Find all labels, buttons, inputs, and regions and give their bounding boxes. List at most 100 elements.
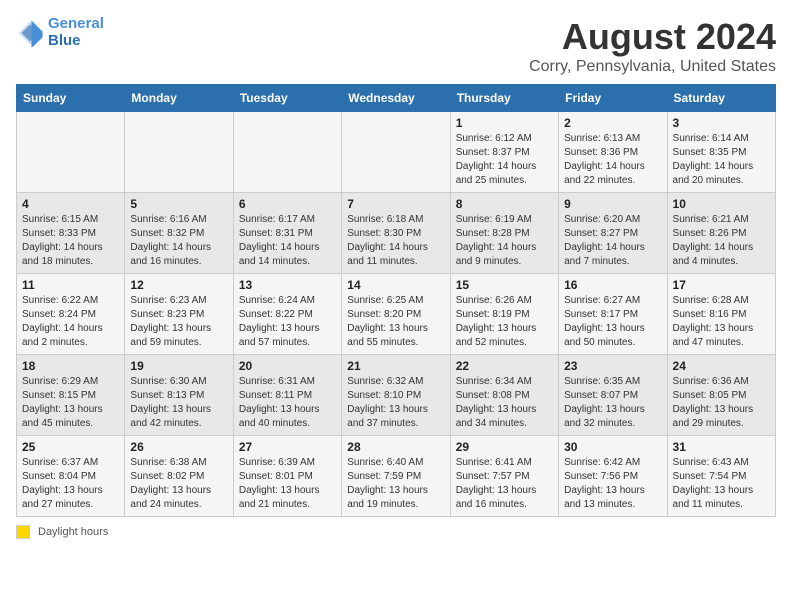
logo-text: General Blue [48,16,104,49]
day-number: 1 [456,116,553,130]
calendar-cell: 2Sunrise: 6:13 AMSunset: 8:36 PMDaylight… [559,112,667,193]
day-number: 21 [347,359,444,373]
calendar-cell: 18 Sunrise: 6:29 AMSunset: 8:15 PMDayligh… [17,355,125,436]
legend: Daylight hours [16,525,776,539]
calendar-cell: 23 Sunrise: 6:35 AMSunset: 8:07 PMDayligh… [559,355,667,436]
day-number: 19 [130,359,227,373]
day-info: Sunrise: 6:26 AMSunset: 8:19 PMDaylight:… [456,294,553,350]
calendar-cell [342,112,450,193]
calendar-cell [17,112,125,193]
calendar-cell: 5 Sunrise: 6:16 AMSunset: 8:32 PMDaylight… [125,193,233,274]
calendar-cell: 11 Sunrise: 6:22 AMSunset: 8:24 PMDayligh… [17,274,125,355]
day-info: Sunrise: 6:34 AMSunset: 8:08 PMDaylight:… [456,375,553,431]
calendar-cell: 28 Sunrise: 6:40 AMSunset: 7:59 PMDayligh… [342,436,450,517]
legend-box [16,525,30,539]
day-info: Sunrise: 6:39 AMSunset: 8:01 PMDaylight:… [239,456,336,512]
day-info: Sunrise: 6:16 AMSunset: 8:32 PMDaylight:… [130,213,227,269]
calendar-cell: 17 Sunrise: 6:28 AMSunset: 8:16 PMDayligh… [667,274,775,355]
day-number: 14 [347,278,444,292]
weekday-header: Friday [559,85,667,112]
calendar-row: 25 Sunrise: 6:37 AMSunset: 8:04 PMDayligh… [17,436,776,517]
day-info: Sunrise: 6:24 AMSunset: 8:22 PMDaylight:… [239,294,336,350]
calendar-cell: 20 Sunrise: 6:31 AMSunset: 8:11 PMDayligh… [233,355,341,436]
calendar-cell: 13 Sunrise: 6:24 AMSunset: 8:22 PMDayligh… [233,274,341,355]
calendar-cell: 9 Sunrise: 6:20 AMSunset: 8:27 PMDaylight… [559,193,667,274]
calendar-table: SundayMondayTuesdayWednesdayThursdayFrid… [16,84,776,517]
day-info: Sunrise: 6:30 AMSunset: 8:13 PMDaylight:… [130,375,227,431]
title-area: August 2024 Corry, Pennsylvania, United … [529,16,776,76]
day-number: 18 [22,359,119,373]
calendar-cell: 1 Sunrise: 6:12 AMSunset: 8:37 PMDaylight… [450,112,558,193]
weekday-header: Tuesday [233,85,341,112]
weekday-header: Thursday [450,85,558,112]
day-number: 23 [564,359,661,373]
day-number: 7 [347,197,444,211]
day-number: 24 [673,359,770,373]
day-number: 17 [673,278,770,292]
day-info: Sunrise: 6:27 AMSunset: 8:17 PMDaylight:… [564,294,661,350]
day-number: 5 [130,197,227,211]
day-info: Sunrise: 6:42 AMSunset: 7:56 PMDaylight:… [564,456,661,512]
day-number: 12 [130,278,227,292]
calendar-cell: 27Sunrise: 6:39 AMSunset: 8:01 PMDayligh… [233,436,341,517]
day-info: Sunrise: 6:41 AMSunset: 7:57 PMDaylight:… [456,456,553,512]
day-info: Sunrise: 6:31 AMSunset: 8:11 PMDaylight:… [239,375,336,431]
calendar-row: 18 Sunrise: 6:29 AMSunset: 8:15 PMDayligh… [17,355,776,436]
day-info: Sunrise: 6:20 AMSunset: 8:27 PMDaylight:… [564,213,661,269]
calendar-cell: 25 Sunrise: 6:37 AMSunset: 8:04 PMDayligh… [17,436,125,517]
day-info: Sunrise: 6:15 AMSunset: 8:33 PMDaylight:… [22,213,119,269]
calendar-row: 4Sunrise: 6:15 AMSunset: 8:33 PMDaylight… [17,193,776,274]
calendar-header: SundayMondayTuesdayWednesdayThursdayFrid… [17,85,776,112]
calendar-cell: 6Sunrise: 6:17 AMSunset: 8:31 PMDaylight… [233,193,341,274]
logo: General Blue [16,16,104,49]
day-info: Sunrise: 6:38 AMSunset: 8:02 PMDaylight:… [130,456,227,512]
weekday-header: Wednesday [342,85,450,112]
day-info: Sunrise: 6:35 AMSunset: 8:07 PMDaylight:… [564,375,661,431]
day-info: Sunrise: 6:13 AMSunset: 8:36 PMDaylight:… [564,132,661,188]
day-number: 29 [456,440,553,454]
calendar-cell: 29 Sunrise: 6:41 AMSunset: 7:57 PMDayligh… [450,436,558,517]
calendar-cell: 26 Sunrise: 6:38 AMSunset: 8:02 PMDayligh… [125,436,233,517]
weekday-header: Monday [125,85,233,112]
day-info: Sunrise: 6:19 AMSunset: 8:28 PMDaylight:… [456,213,553,269]
day-number: 26 [130,440,227,454]
day-number: 11 [22,278,119,292]
calendar-cell: 3Sunrise: 6:14 AMSunset: 8:35 PMDaylight… [667,112,775,193]
subtitle: Corry, Pennsylvania, United States [529,58,776,76]
day-info: Sunrise: 6:12 AMSunset: 8:37 PMDaylight:… [456,132,553,188]
day-number: 30 [564,440,661,454]
calendar-cell [233,112,341,193]
main-title: August 2024 [529,16,776,58]
weekday-header: Saturday [667,85,775,112]
day-info: Sunrise: 6:37 AMSunset: 8:04 PMDaylight:… [22,456,119,512]
day-info: Sunrise: 6:29 AMSunset: 8:15 PMDaylight:… [22,375,119,431]
day-number: 22 [456,359,553,373]
day-number: 13 [239,278,336,292]
day-info: Sunrise: 6:18 AMSunset: 8:30 PMDaylight:… [347,213,444,269]
calendar-cell: 15 Sunrise: 6:26 AMSunset: 8:19 PMDayligh… [450,274,558,355]
day-number: 9 [564,197,661,211]
calendar-body: 1 Sunrise: 6:12 AMSunset: 8:37 PMDaylight… [17,112,776,517]
day-number: 16 [564,278,661,292]
day-info: Sunrise: 6:22 AMSunset: 8:24 PMDaylight:… [22,294,119,350]
day-info: Sunrise: 6:36 AMSunset: 8:05 PMDaylight:… [673,375,770,431]
calendar-cell: 19 Sunrise: 6:30 AMSunset: 8:13 PMDayligh… [125,355,233,436]
legend-label: Daylight hours [38,526,108,538]
day-number: 25 [22,440,119,454]
calendar-cell: 30 Sunrise: 6:42 AMSunset: 7:56 PMDayligh… [559,436,667,517]
day-number: 20 [239,359,336,373]
calendar-cell: 14 Sunrise: 6:25 AMSunset: 8:20 PMDayligh… [342,274,450,355]
day-info: Sunrise: 6:40 AMSunset: 7:59 PMDaylight:… [347,456,444,512]
calendar-cell: 22 Sunrise: 6:34 AMSunset: 8:08 PMDayligh… [450,355,558,436]
day-number: 15 [456,278,553,292]
calendar-cell: 24 Sunrise: 6:36 AMSunset: 8:05 PMDayligh… [667,355,775,436]
calendar-cell: 21Sunrise: 6:32 AMSunset: 8:10 PMDayligh… [342,355,450,436]
day-info: Sunrise: 6:28 AMSunset: 8:16 PMDaylight:… [673,294,770,350]
day-info: Sunrise: 6:43 AMSunset: 7:54 PMDaylight:… [673,456,770,512]
day-number: 28 [347,440,444,454]
weekday-header: Sunday [17,85,125,112]
day-info: Sunrise: 6:25 AMSunset: 8:20 PMDaylight:… [347,294,444,350]
day-info: Sunrise: 6:23 AMSunset: 8:23 PMDaylight:… [130,294,227,350]
calendar-cell: 16 Sunrise: 6:27 AMSunset: 8:17 PMDayligh… [559,274,667,355]
calendar-cell: 4Sunrise: 6:15 AMSunset: 8:33 PMDaylight… [17,193,125,274]
